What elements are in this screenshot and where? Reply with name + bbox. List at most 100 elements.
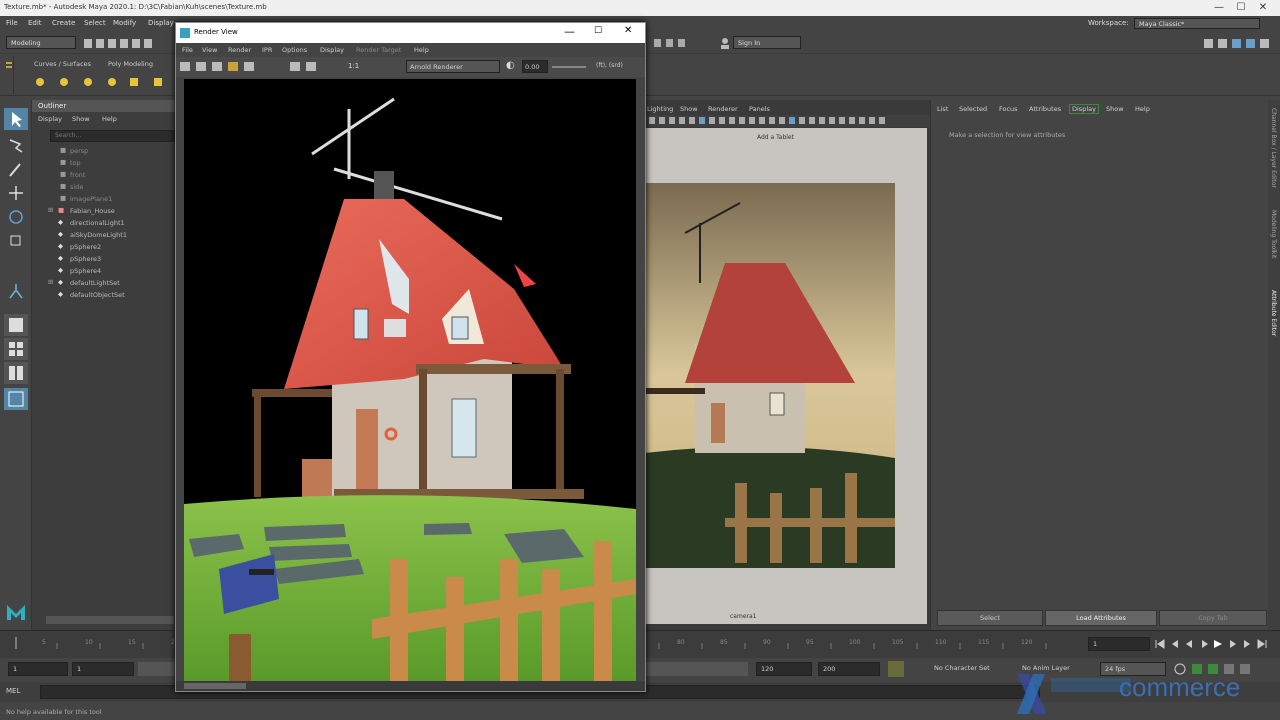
attr-menu-display[interactable]: Display [1069,104,1099,114]
renderer-dropdown[interactable]: Arnold Renderer [406,60,500,73]
list-item[interactable]: ■ front [32,170,172,182]
list-item[interactable]: ■ persp [32,146,172,158]
side-tab-attribute-editor[interactable]: Attribute Editor [1270,290,1277,336]
ratio-label[interactable]: 1:1 [348,62,359,70]
list-item[interactable]: ■ top [32,158,172,170]
rv-menu-ipr[interactable]: IPR [262,46,272,54]
character-set-dropdown[interactable]: No Character Set [930,662,1014,676]
attr-menu-list[interactable]: List [937,105,948,113]
move-tool-icon[interactable] [4,182,28,204]
render-view-window[interactable]: Render View — ☐ ✕ File View Render IPR O… [175,22,646,692]
render-view-close[interactable]: ✕ [624,25,632,36]
expand-icon[interactable]: ⊞ [48,206,53,214]
rv-menu-display[interactable]: Display [320,46,344,54]
list-item[interactable]: ⊞ ■ Fabian_House [32,206,172,218]
end-time-field[interactable]: 200 [818,662,880,676]
menu-file[interactable]: File [6,19,18,27]
side-tab-modeling-toolkit[interactable]: Modeling Toolkit [1270,210,1277,258]
light-shelf-icons[interactable] [30,72,170,92]
exposure-field[interactable]: 0.00 [522,60,548,73]
list-item[interactable]: ◆ defaultObjectSet [32,290,172,302]
rv-menu-help[interactable]: Help [414,46,429,54]
workspace-dropdown[interactable]: Maya Classic* [1134,18,1260,29]
render-view-titlebar[interactable]: Render View — ☐ ✕ [176,23,645,43]
load-attributes-button[interactable]: Load Attributes [1045,610,1157,626]
outliner-menu-show[interactable]: Show [72,115,90,123]
menu-edit[interactable]: Edit [28,19,42,27]
panel-toggle-icons[interactable] [1200,36,1278,50]
panel-menu-show[interactable]: Show [680,105,698,113]
outliner-search-input[interactable]: Search... [50,130,175,142]
rv-menu-file[interactable]: File [182,46,193,54]
single-pane-icon[interactable] [4,314,28,336]
attr-menu-focus[interactable]: Focus [999,105,1018,113]
menu-modify[interactable]: Modify [113,19,136,27]
select-button[interactable]: Select [937,610,1043,626]
list-item[interactable]: ◆ pSphere2 [32,242,172,254]
axis-icon[interactable] [4,280,28,302]
render-view-minimize[interactable]: — [564,25,575,38]
render-view-maximize[interactable]: ☐ [594,26,602,36]
hscroll-thumb[interactable] [184,683,246,689]
list-item[interactable]: ■ side [32,182,172,194]
viewport-panel[interactable]: Lighting Show Renderer Panels Add a Tabl… [645,100,930,630]
copy-tab-button[interactable]: Copy Tab [1159,610,1267,626]
current-frame-field[interactable]: 1 [1088,637,1150,651]
attr-menu-attributes[interactable]: Attributes [1029,105,1061,113]
shelf-settings-icon[interactable] [4,56,14,94]
rv-menu-render[interactable]: Render [228,46,251,54]
menu-create[interactable]: Create [52,19,75,27]
close-button[interactable]: ✕ [1256,1,1270,15]
scale-tool-icon[interactable] [4,230,28,252]
rv-menu-render-target[interactable]: Render Target [356,46,401,54]
list-item[interactable]: ◆ pSphere3 [32,254,172,266]
maximize-button[interactable]: ☐ [1234,1,1248,15]
list-item[interactable]: ⊞ ◆ defaultLightSet [32,278,172,290]
render-canvas[interactable] [184,79,636,681]
user-icon[interactable] [720,37,730,49]
panel-toolbar[interactable] [645,115,930,127]
attr-menu-help[interactable]: Help [1135,105,1150,113]
menu-display[interactable]: Display [148,19,174,27]
outliner-hscroll[interactable] [46,616,174,624]
panel-menu-renderer[interactable]: Renderer [708,105,738,113]
attr-menu-selected[interactable]: Selected [959,105,987,113]
shelf-tab-curves[interactable]: Curves / Surfaces [34,60,91,68]
list-item[interactable]: ◆ directionalLight1 [32,218,172,230]
list-item[interactable]: ◆ aiSkyDomeLight1 [32,230,172,242]
render-toolbar-icons[interactable] [180,61,356,73]
exposure-slider[interactable] [552,66,586,68]
select-tool-icon[interactable] [4,108,28,130]
attr-menu-show[interactable]: Show [1106,105,1124,113]
auto-key-icon[interactable] [888,661,904,677]
menu-select[interactable]: Select [84,19,106,27]
statusline-icons[interactable] [82,37,172,49]
viewport-canvas[interactable]: Add a Tablet camera1 [645,128,927,624]
minimize-button[interactable]: — [1212,1,1226,15]
signin-dropdown[interactable]: Sign In [733,36,801,49]
expand-icon[interactable]: ⊞ [48,278,53,286]
rv-menu-options[interactable]: Options [282,46,307,54]
paint-tool-icon[interactable] [4,158,28,180]
outliner-menu-help[interactable]: Help [102,115,117,123]
render-view-hscroll[interactable] [176,681,645,691]
side-tab-channel-box[interactable]: Channel Box / Layer Editor [1270,108,1277,188]
rotate-tool-icon[interactable] [4,206,28,228]
mode-dropdown[interactable]: Modeling [6,36,76,49]
two-pane-icon[interactable] [4,362,28,384]
four-pane-icon[interactable] [4,338,28,360]
list-item[interactable]: ■ imagePlane1 [32,194,172,206]
outliner-menu-display[interactable]: Display [38,115,62,123]
list-item[interactable]: ◆ pSphere4 [32,266,172,278]
playback-controls[interactable] [1154,637,1278,651]
shelf-tab-poly[interactable]: Poly Modeling [108,60,153,68]
panel-menu-lighting[interactable]: Lighting [647,105,673,113]
panel-menu-panels[interactable]: Panels [749,105,770,113]
snap-icons[interactable] [652,37,722,49]
layout-icon[interactable] [4,388,28,410]
range-start-field[interactable]: 1 [72,662,134,676]
rv-menu-view[interactable]: View [202,46,217,54]
lasso-tool-icon[interactable] [4,134,28,156]
start-time-field[interactable]: 1 [8,662,68,676]
range-end-field[interactable]: 120 [756,662,812,676]
